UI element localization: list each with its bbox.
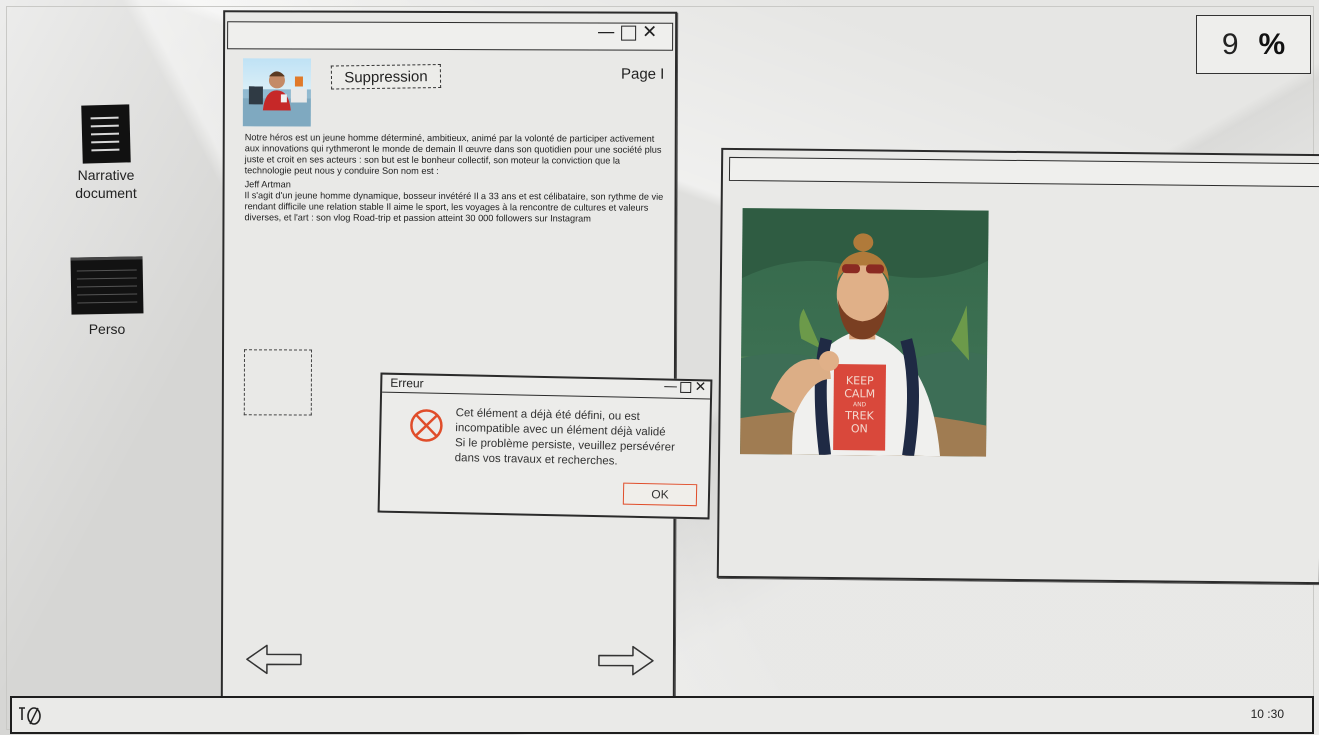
shirt-text: ON [851, 422, 868, 435]
narrative-paragraph: Notre héros est un jeune homme déterminé… [244, 132, 662, 176]
narrative-paragraph: Il s'agit d'un jeune homme dynamique, bo… [244, 190, 664, 224]
narrative-document-window: — ✕ Suppression Page I Notre héros est u… [220, 10, 678, 700]
error-message: Cet élément a déjà été défini, ou est in… [455, 406, 696, 471]
dialog-title: Erreur [390, 375, 424, 391]
ok-button[interactable]: OK [622, 482, 698, 507]
portrait-image: KEEP CALM AND TREK ON [740, 208, 989, 457]
shirt-text: AND [853, 401, 867, 408]
minimize-button[interactable]: — [597, 22, 615, 43]
arrow-right-icon [598, 645, 654, 676]
image-drop-slot[interactable] [243, 349, 313, 416]
error-dialog: Erreur — ✕ Cet élément a déjà été défini… [377, 372, 713, 520]
taskbar: 10 :30 [10, 696, 1314, 734]
start-menu-icon[interactable] [16, 702, 44, 728]
profile-photo [242, 58, 312, 127]
minimize-button[interactable]: — [663, 378, 677, 394]
error-icon [410, 409, 443, 442]
maximize-button[interactable] [680, 381, 692, 393]
narrative-text: Notre héros est un jeune homme déterminé… [244, 132, 664, 224]
desktop-icon-label: Narrative document [75, 167, 137, 201]
shirt-text: TREK [844, 409, 874, 422]
document-icon [81, 104, 131, 164]
arrow-left-icon [246, 644, 302, 675]
percent-symbol: % [1258, 27, 1286, 61]
window-titlebar[interactable] [728, 156, 1319, 188]
desktop-icon-label: Perso [88, 321, 126, 337]
shirt-text: KEEP [846, 374, 874, 387]
maximize-button[interactable] [621, 25, 637, 41]
page-indicator: Page I [620, 65, 665, 83]
suppression-button[interactable]: Suppression [330, 64, 442, 90]
folder-icon [70, 256, 144, 315]
taskbar-clock: 10 :30 [1250, 707, 1284, 721]
dialog-titlebar[interactable]: Erreur — ✕ [382, 374, 711, 400]
desktop-icon-narrative-document[interactable]: Narrative document [56, 104, 156, 202]
image-viewer-window: KEEP CALM AND TREK ON [716, 147, 1319, 585]
desktop-icon-perso[interactable]: Perso [64, 256, 150, 338]
window-controls: — ✕ [597, 22, 657, 43]
close-button[interactable]: ✕ [694, 379, 706, 395]
percent-value: 9 [1221, 27, 1239, 61]
close-button[interactable]: ✕ [642, 22, 657, 43]
percent-widget: 9 % [1196, 15, 1311, 74]
dialog-controls: — ✕ [663, 378, 706, 395]
previous-page-arrow[interactable] [245, 642, 303, 676]
next-page-arrow[interactable] [597, 644, 655, 678]
shirt-text: CALM [844, 387, 875, 400]
